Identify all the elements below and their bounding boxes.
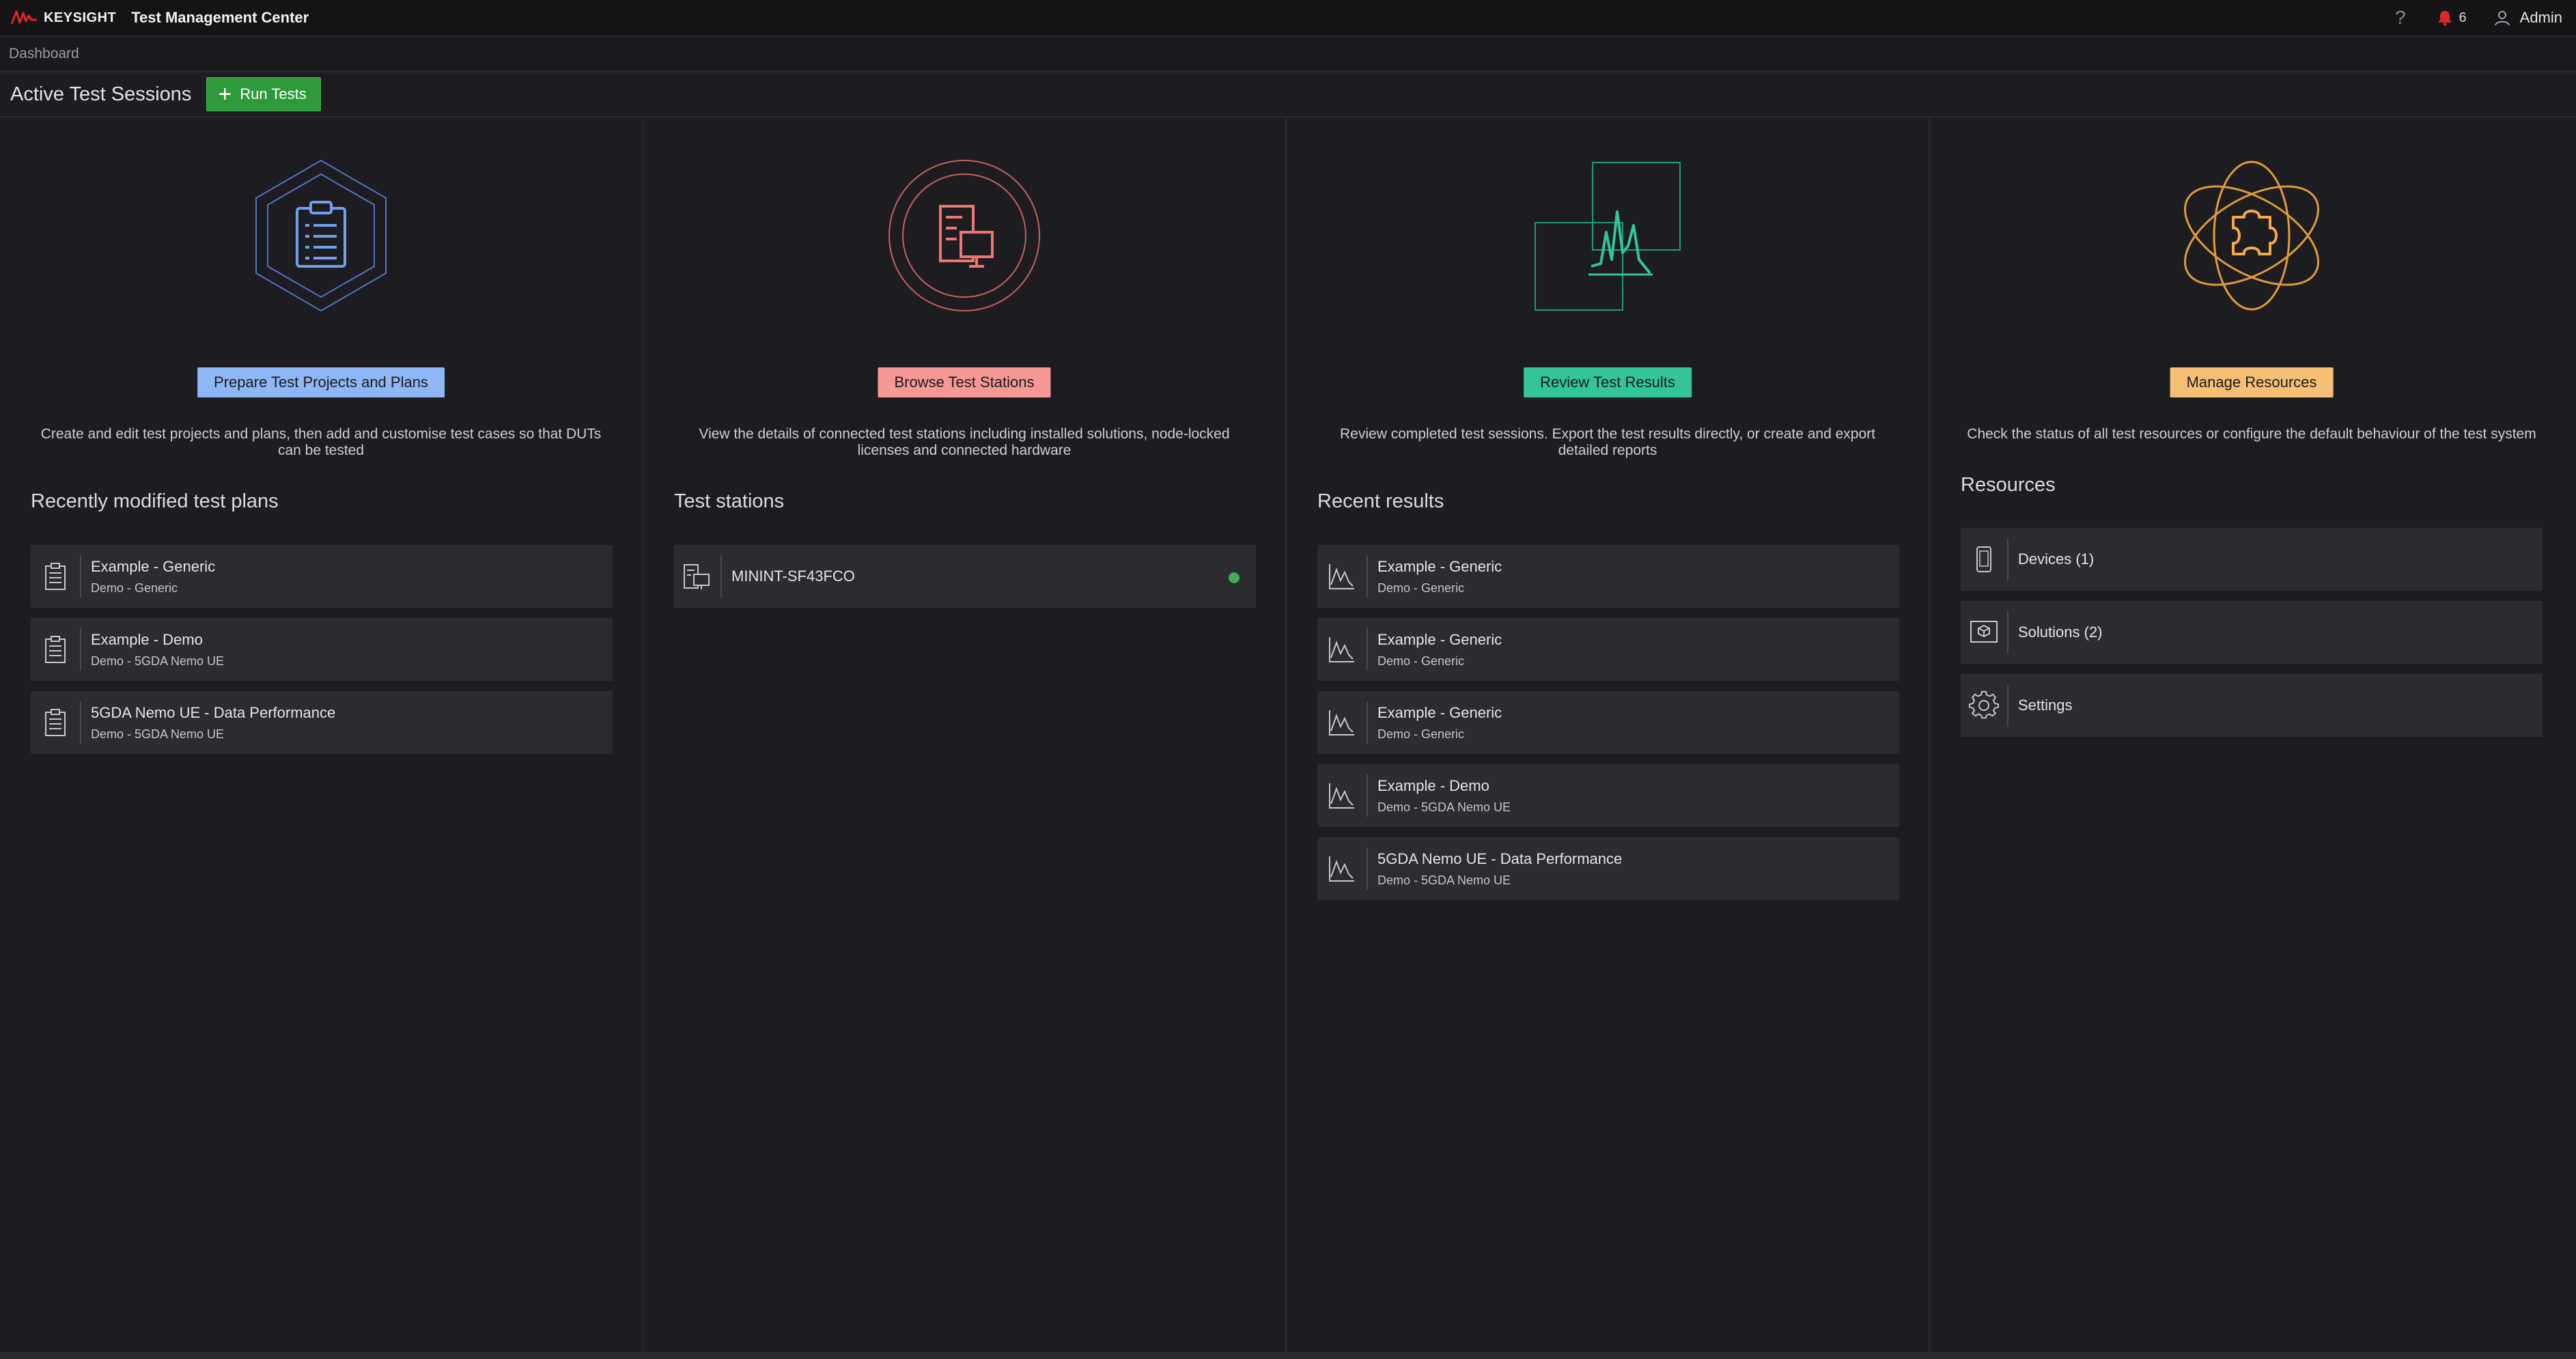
notification-count: 6	[2459, 10, 2467, 25]
resources-illustration	[1930, 157, 2573, 314]
test-plans-column: Prepare Test Projects and Plans Create a…	[0, 117, 643, 1352]
results-chart-icon	[1535, 162, 1681, 311]
test-stations-description: View the details of connected test stati…	[699, 426, 1230, 458]
result-row[interactable]: Example - Generic Demo - Generic	[1317, 691, 1899, 754]
clipboard-icon	[45, 709, 66, 736]
user-name: Admin	[2519, 9, 2562, 26]
top-bar: KEYSIGHT Test Management Center ? 6 Admi…	[0, 0, 2576, 37]
result-title: Example - Demo	[1377, 776, 1489, 794]
result-title: Example - Generic	[1377, 703, 1502, 721]
test-station-illustration	[643, 157, 1285, 314]
resource-title: Settings	[2018, 697, 2073, 714]
resource-row-solutions[interactable]: Solutions (2)	[1961, 601, 2543, 664]
test-plan-subtitle: Demo - 5GDA Nemo UE	[91, 654, 225, 668]
resource-row-devices[interactable]: Devices (1)	[1961, 528, 2543, 591]
resources-description: Check the status of all test resources o…	[1967, 426, 2536, 442]
test-plan-row[interactable]: Example - Generic Demo - Generic	[31, 545, 613, 608]
resources-column: Manage Resources Check the status of all…	[1930, 117, 2573, 1352]
result-subtitle: Demo - 5GDA Nemo UE	[1377, 873, 1511, 887]
clipboard-hexagon-icon	[255, 159, 387, 312]
test-results-description: Review completed test sessions. Export t…	[1340, 426, 1875, 458]
gear-icon	[1969, 690, 1999, 719]
device-icon	[1976, 546, 1991, 572]
puzzle-atom-icon	[2184, 160, 2319, 311]
test-station-name: MININT-SF43FCO	[731, 568, 855, 585]
online-status-icon	[1229, 572, 1240, 583]
test-stations-list: MININT-SF43FCO	[674, 545, 1256, 618]
test-results-illustration	[1287, 157, 1929, 314]
test-plan-row[interactable]: 5GDA Nemo UE - Data Performance Demo - 5G…	[31, 691, 613, 754]
clipboard-icon	[45, 563, 66, 590]
result-subtitle: Demo - Generic	[1377, 654, 1465, 668]
resource-row-settings[interactable]: Settings	[1961, 674, 2543, 737]
recent-test-plans-list: Example - Generic Demo - Generic Example …	[31, 545, 613, 764]
bottom-border	[0, 1352, 2576, 1359]
recent-test-plans-title: Recently modified test plans	[31, 490, 279, 512]
test-plan-row[interactable]: Example - Demo Demo - 5GDA Nemo UE	[31, 618, 613, 681]
test-stations-column: Browse Test Stations View the details of…	[643, 117, 1287, 1352]
plus-icon: +	[218, 81, 232, 107]
dashboard-columns: Prepare Test Projects and Plans Create a…	[0, 117, 2576, 1352]
result-title: Example - Generic	[1377, 557, 1502, 575]
help-icon[interactable]: ?	[2395, 7, 2406, 29]
result-title: Example - Generic	[1377, 630, 1502, 648]
user-menu[interactable]: Admin	[2494, 9, 2562, 27]
result-title: 5GDA Nemo UE - Data Performance	[1377, 850, 1623, 867]
notifications-button[interactable]: 6	[2437, 10, 2467, 26]
test-plan-title: Example - Generic	[91, 557, 216, 575]
chart-line-icon	[1329, 710, 1354, 735]
result-row[interactable]: Example - Generic Demo - Generic	[1317, 618, 1899, 681]
run-tests-button[interactable]: + Run Tests	[206, 77, 321, 111]
breadcrumb[interactable]: Dashboard	[9, 46, 79, 62]
chart-line-icon	[1329, 564, 1354, 589]
bell-icon	[2437, 11, 2452, 26]
recent-results-list: Example - Generic Demo - Generic Example …	[1317, 545, 1899, 910]
test-plan-subtitle: Demo - Generic	[91, 580, 178, 595]
manage-resources-button[interactable]: Manage Resources	[2170, 367, 2334, 397]
result-row[interactable]: Example - Generic Demo - Generic	[1317, 545, 1899, 608]
chart-line-icon	[1329, 856, 1354, 882]
test-plan-subtitle: Demo - 5GDA Nemo UE	[91, 727, 225, 741]
chart-line-icon	[1329, 637, 1354, 662]
result-subtitle: Demo - 5GDA Nemo UE	[1377, 800, 1511, 814]
sessions-title: Active Test Sessions	[10, 83, 192, 105]
test-results-column: Review Test Results Review completed tes…	[1287, 117, 1930, 1352]
result-row[interactable]: Example - Demo Demo - 5GDA Nemo UE	[1317, 764, 1899, 827]
test-plan-illustration	[0, 157, 642, 314]
station-circle-icon	[888, 160, 1040, 311]
breadcrumb-bar: Dashboard	[0, 37, 2576, 72]
sessions-bar: Active Test Sessions + Run Tests	[0, 72, 2576, 117]
chart-line-icon	[1329, 783, 1354, 809]
resource-title: Devices (1)	[2018, 550, 2095, 568]
resources-title: Resources	[1961, 474, 2056, 496]
app-title: Test Management Center	[131, 9, 309, 26]
brand-name: KEYSIGHT	[44, 10, 117, 25]
result-row[interactable]: 5GDA Nemo UE - Data Performance Demo - 5G…	[1317, 837, 1899, 900]
keysight-wave-icon	[11, 10, 37, 25]
solution-icon	[1970, 621, 1998, 643]
test-station-row[interactable]: MININT-SF43FCO	[674, 545, 1256, 608]
test-stations-title: Test stations	[674, 490, 785, 512]
browse-test-stations-button[interactable]: Browse Test Stations	[878, 367, 1051, 397]
run-tests-label: Run Tests	[240, 85, 307, 102]
station-icon	[684, 564, 710, 589]
result-subtitle: Demo - Generic	[1377, 580, 1465, 595]
user-icon	[2494, 11, 2510, 26]
test-plan-title: Example - Demo	[91, 630, 203, 648]
test-plan-title: 5GDA Nemo UE - Data Performance	[91, 703, 336, 721]
result-subtitle: Demo - Generic	[1377, 727, 1465, 741]
resource-title: Solutions (2)	[2018, 624, 2103, 641]
clipboard-icon	[45, 636, 66, 663]
prepare-test-projects-button[interactable]: Prepare Test Projects and Plans	[197, 367, 445, 397]
recent-results-title: Recent results	[1317, 490, 1444, 512]
test-plans-description: Create and edit test projects and plans,…	[40, 426, 602, 458]
keysight-logo[interactable]: KEYSIGHT	[11, 9, 116, 27]
resources-list: Devices (1) Solutions (2) Settings	[1961, 528, 2543, 747]
review-test-results-button[interactable]: Review Test Results	[1524, 367, 1692, 397]
